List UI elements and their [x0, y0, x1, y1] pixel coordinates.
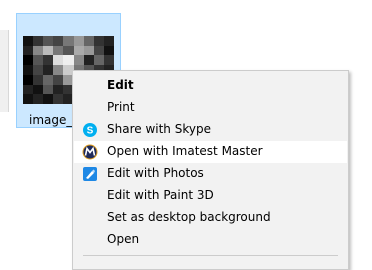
- menu-item-label: Print: [107, 100, 135, 114]
- menu-item-label: Edit with Photos: [107, 166, 204, 180]
- context-menu: Edit Print S Share with Skype Open with …: [72, 70, 349, 270]
- menu-item-set-desktop-background[interactable]: Set as desktop background: [74, 207, 347, 229]
- menu-item-label: Open with Imatest Master: [107, 144, 263, 158]
- menu-item-open[interactable]: Open: [74, 229, 347, 251]
- menu-item-label: Share with Skype: [107, 122, 211, 136]
- menu-item-label: Edit: [107, 78, 134, 92]
- menu-item-edit-photos[interactable]: Edit with Photos: [74, 163, 347, 185]
- imatest-icon: [82, 144, 98, 160]
- background-window-edge: [0, 30, 9, 112]
- menu-item-edit[interactable]: Edit: [74, 75, 347, 97]
- menu-item-edit-paint3d[interactable]: Edit with Paint 3D: [74, 185, 347, 207]
- menu-item-print[interactable]: Print: [74, 97, 347, 119]
- menu-item-label: Open: [107, 232, 140, 246]
- photos-icon: [82, 166, 98, 182]
- menu-item-label: Set as desktop background: [107, 210, 271, 224]
- menu-item-label: Edit with Paint 3D: [107, 188, 214, 202]
- menu-separator: [83, 255, 338, 256]
- menu-item-share-skype[interactable]: S Share with Skype: [74, 119, 347, 141]
- skype-icon: S: [82, 122, 98, 138]
- svg-text:S: S: [87, 126, 94, 137]
- menu-item-open-imatest[interactable]: Open with Imatest Master: [74, 141, 347, 163]
